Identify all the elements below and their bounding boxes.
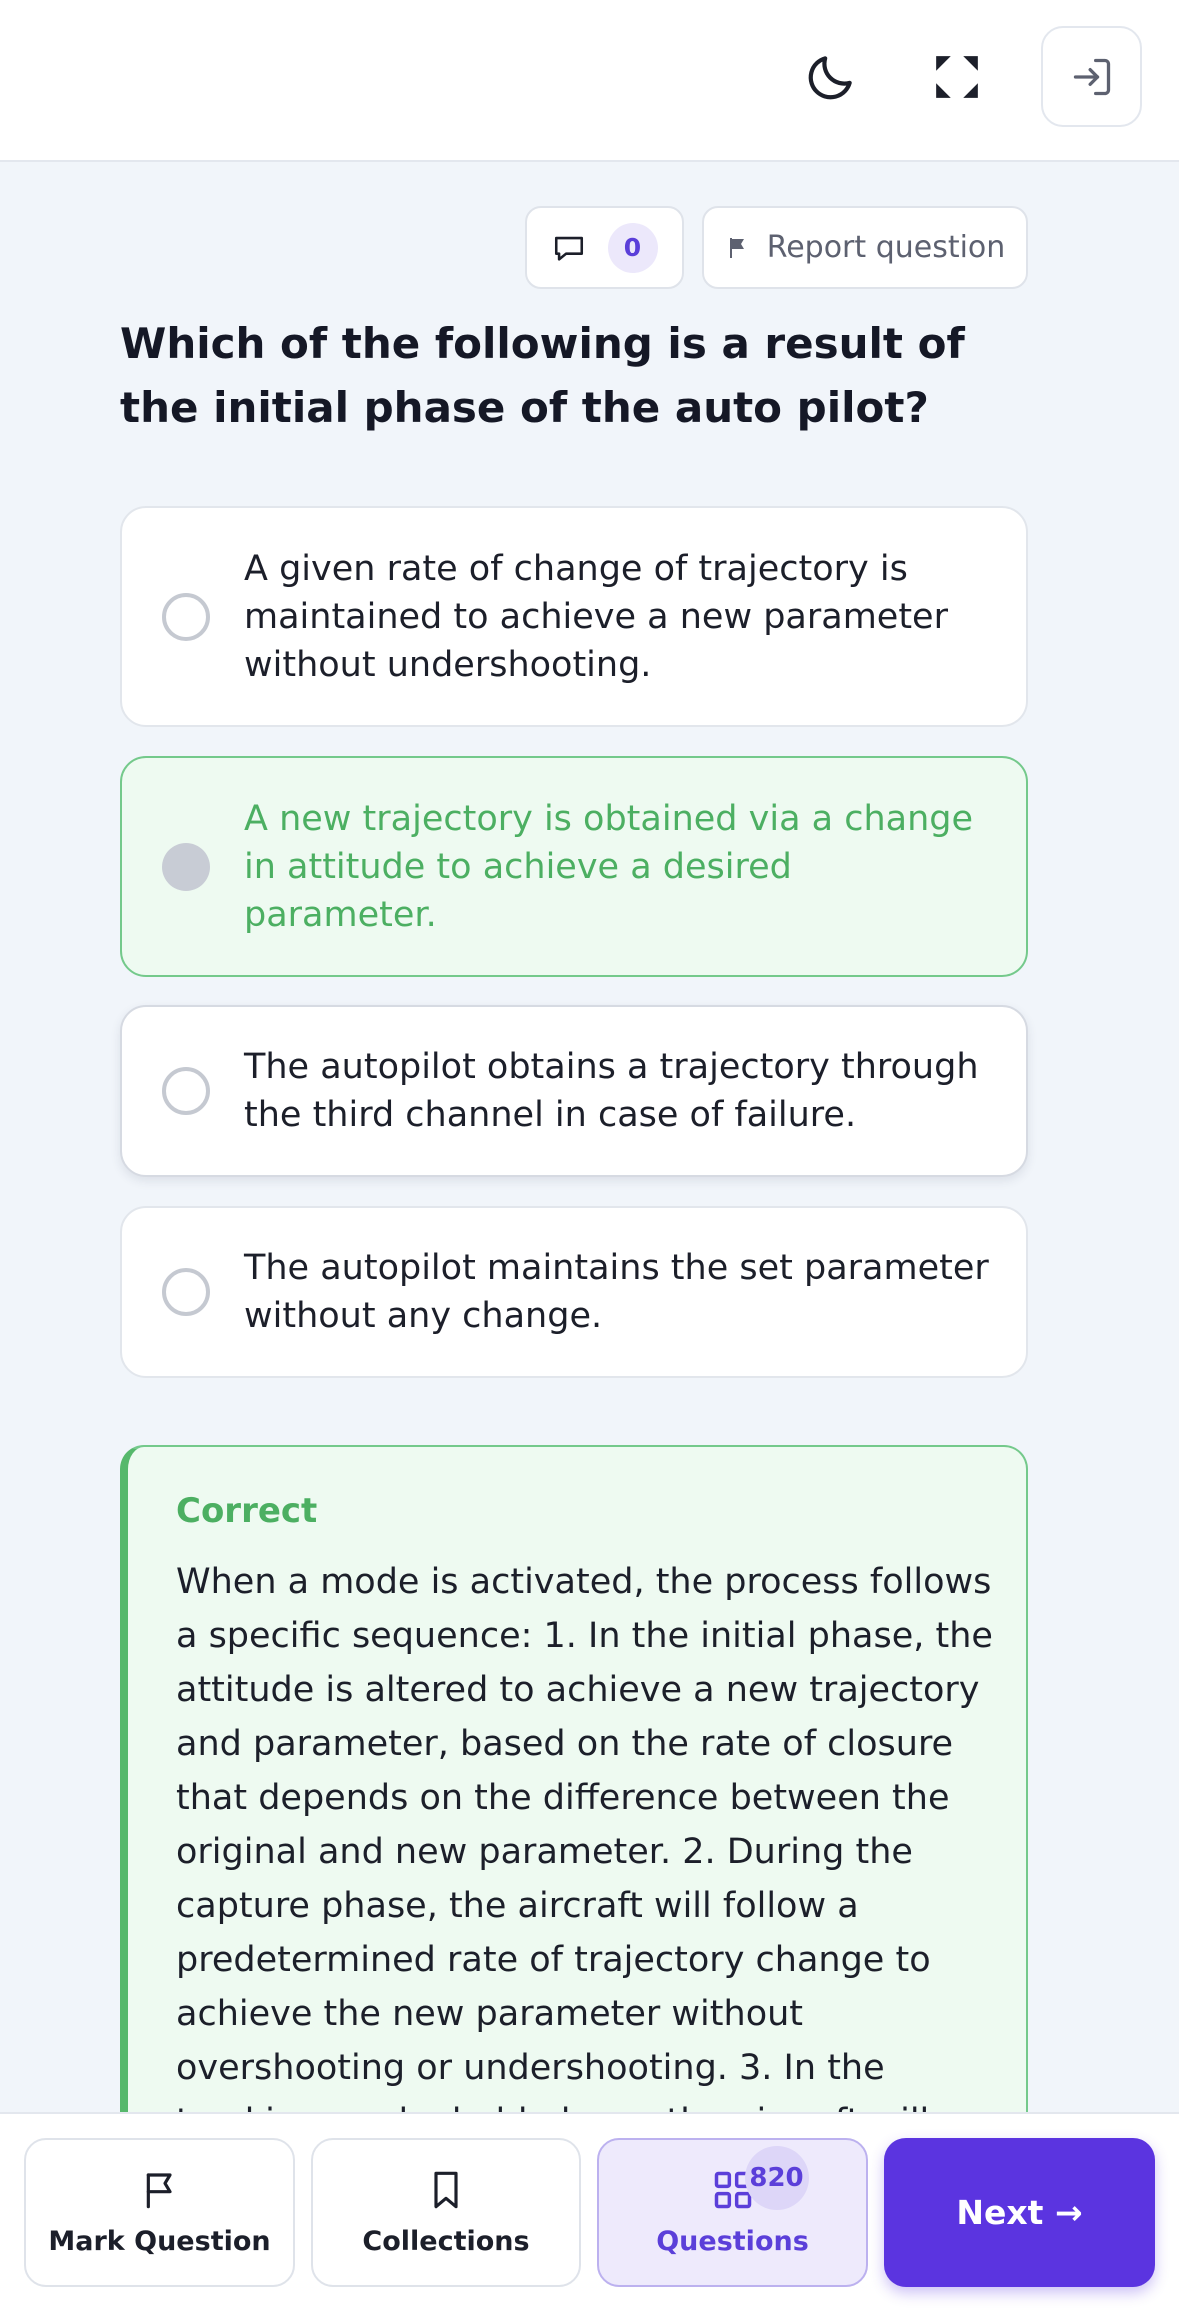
login-icon [1073,58,1110,95]
comment-icon [554,236,583,261]
question-text: Which of the following is a result of th… [120,319,965,432]
mark-question-button[interactable]: Mark Question [24,2138,295,2287]
option-text: The autopilot maintains the set paramete… [244,1248,989,1336]
report-question-label: Report question [766,230,1006,265]
questions-button[interactable]: 820 Questions [597,2138,868,2287]
flag-icon [729,237,744,258]
option-text: The autopilot obtains a trajectory throu… [244,1047,979,1135]
collections-button[interactable]: Collections [311,2138,581,2287]
mark-question-label: Mark Question [48,2226,271,2257]
bottom-nav: Mark Question Collections 820 Questions … [0,2112,1179,2308]
explanation-body: When a mode is activated, the process fo… [176,1562,993,2142]
questions-count-badge: 820 [744,2146,809,2210]
report-question-button[interactable]: Report question [702,206,1028,289]
explanation-title: Correct [176,1491,318,1531]
answer-option-1[interactable]: A given rate of change of trajectory is … [120,506,1028,727]
answer-option-3[interactable]: The autopilot obtains a trajectory throu… [120,1005,1028,1177]
option-text: A given rate of change of trajectory is … [244,548,948,685]
comment-count-badge: 0 [607,222,658,273]
explanation-panel: Correct When a mode is activated, the pr… [120,1445,1028,2145]
option-text: A new trajectory is obtained via a chang… [244,798,974,935]
expand-icon[interactable] [928,48,986,106]
radio-button[interactable] [162,1268,210,1316]
flag-icon [146,2173,172,2209]
bookmark-icon [434,2171,458,2209]
answer-option-2[interactable]: A new trajectory is obtained via a chang… [120,756,1028,977]
answer-option-4[interactable]: The autopilot maintains the set paramete… [120,1206,1028,1378]
next-button[interactable]: Next → [884,2138,1155,2287]
radio-button[interactable] [162,1067,210,1115]
radio-button[interactable] [162,592,210,641]
comments-button[interactable]: 0 [525,206,684,289]
radio-button[interactable] [162,842,210,891]
moon-icon[interactable] [800,46,862,108]
top-bar [0,0,1179,162]
collections-label: Collections [362,2226,530,2257]
login-button[interactable] [1041,26,1142,127]
next-label: Next → [956,2193,1083,2232]
questions-label: Questions [656,2226,809,2257]
